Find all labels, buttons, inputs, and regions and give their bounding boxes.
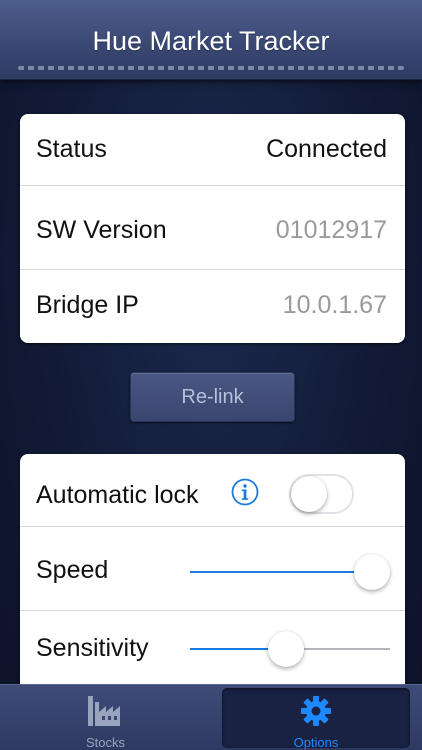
tab-options[interactable]: Options (222, 688, 410, 750)
status-row: Status Connected (20, 114, 405, 186)
tab-stocks[interactable]: Stocks (0, 688, 211, 750)
sensitivity-label: Sensitivity (36, 634, 149, 662)
sw-version-value: 01012917 (275, 216, 387, 244)
factory-icon (86, 692, 126, 733)
speed-label: Speed (36, 556, 109, 584)
sensitivity-slider-thumb[interactable] (268, 631, 304, 667)
status-value: Connected (266, 135, 387, 163)
bridge-ip-value: 10.0.1.67 (282, 291, 387, 319)
toggle-knob[interactable] (291, 476, 327, 512)
sw-version-label: SW Version (36, 216, 167, 244)
speed-slider-fill (190, 571, 372, 573)
tab-bar: Stocks Options (0, 684, 422, 750)
header-bar: Hue Market Tracker (0, 0, 422, 80)
sw-version-row: SW Version 01012917 (20, 186, 405, 270)
app-screen: Hue Market Tracker Status Connected SW V… (0, 0, 422, 750)
bridge-info-card: Status Connected SW Version 01012917 Bri… (20, 114, 405, 343)
sensitivity-slider[interactable] (190, 629, 390, 669)
speed-slider[interactable] (190, 552, 390, 592)
tab-options-label: Options (293, 735, 339, 750)
automatic-lock-toggle[interactable] (289, 474, 354, 514)
page-title: Hue Market Tracker (92, 26, 330, 56)
bridge-ip-label: Bridge IP (36, 291, 139, 319)
tab-stocks-label: Stocks (85, 735, 125, 750)
gear-icon (299, 694, 333, 733)
header-stitch-decoration (18, 66, 404, 70)
bridge-ip-row: Bridge IP 10.0.1.67 (20, 270, 405, 343)
relink-button[interactable]: Re-link (130, 372, 295, 422)
automatic-lock-label: Automatic lock (36, 481, 199, 509)
info-icon[interactable] (231, 478, 259, 506)
speed-slider-thumb[interactable] (354, 554, 390, 590)
status-label: Status (36, 135, 107, 163)
